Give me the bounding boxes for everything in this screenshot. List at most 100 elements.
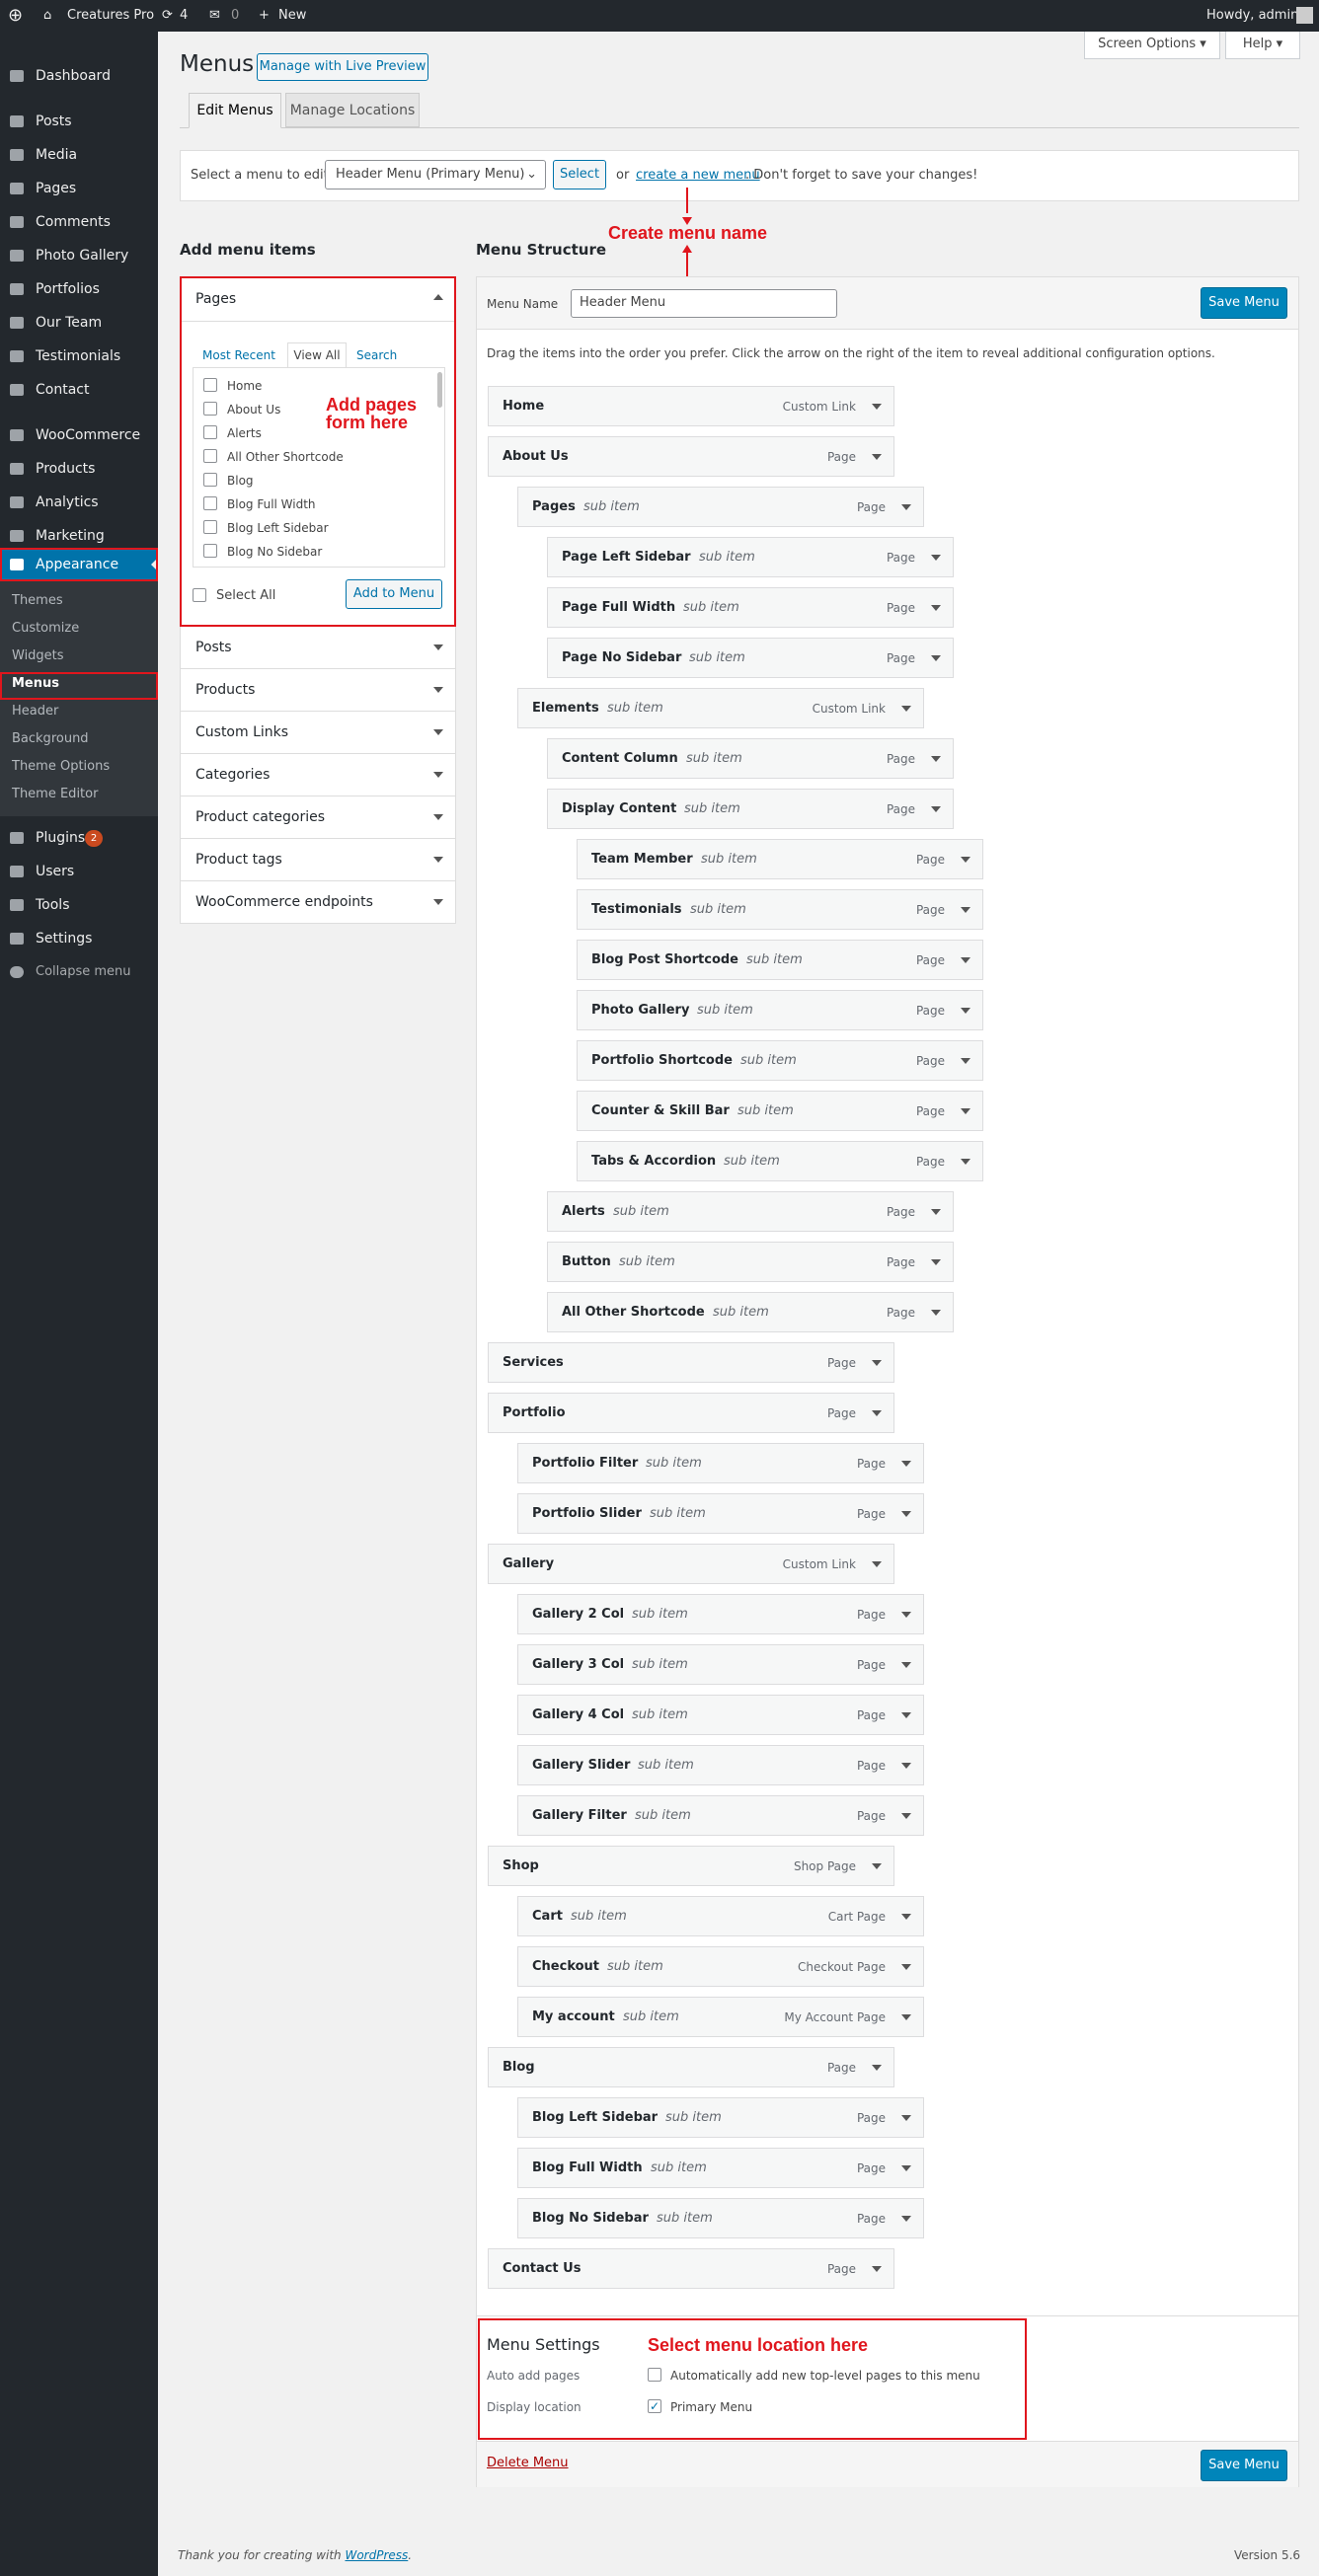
chevron-down-icon[interactable] <box>901 504 911 510</box>
menu-item[interactable]: Elements sub item Custom Link <box>517 688 924 728</box>
menu-item[interactable]: Gallery 4 Col sub item Page <box>517 1695 924 1735</box>
sidebar-item-plugins[interactable]: Plugins 2 <box>0 821 158 855</box>
screen-options-button[interactable]: Screen Options ▾ <box>1084 32 1220 59</box>
sidebar-item-photo-gallery[interactable]: Photo Gallery <box>0 239 158 272</box>
chevron-down-icon[interactable] <box>901 1461 911 1467</box>
submenu-item-customize[interactable]: Customize <box>0 615 158 643</box>
wordpress-logo-icon[interactable]: ⊕ <box>8 0 23 32</box>
submenu-item-background[interactable]: Background <box>0 725 158 753</box>
chevron-down-icon[interactable] <box>901 2115 911 2121</box>
sidebar-item-posts[interactable]: Posts <box>0 105 158 138</box>
chevron-down-icon[interactable] <box>872 1360 882 1366</box>
chevron-down-icon[interactable] <box>931 806 941 812</box>
chevron-down-icon[interactable] <box>961 1159 970 1165</box>
accordion-posts[interactable]: Posts <box>180 627 456 669</box>
menu-item[interactable]: Gallery Custom Link <box>488 1544 894 1584</box>
avatar[interactable] <box>1296 7 1313 24</box>
live-preview-button[interactable]: Manage with Live Preview <box>257 53 428 81</box>
menu-item[interactable]: Portfolio Page <box>488 1393 894 1433</box>
chevron-down-icon[interactable] <box>961 1008 970 1014</box>
sidebar-item-pages[interactable]: Pages <box>0 172 158 205</box>
chevron-down-icon[interactable] <box>931 1310 941 1316</box>
chevron-down-icon[interactable] <box>901 1813 911 1819</box>
save-menu-button-top[interactable]: Save Menu <box>1201 287 1287 319</box>
menu-item[interactable]: Blog Page <box>488 2047 894 2087</box>
create-new-menu-link[interactable]: create a new menu <box>636 168 760 183</box>
sidebar-item-products[interactable]: Products <box>0 452 158 486</box>
sidebar-item-portfolios[interactable]: Portfolios <box>0 272 158 306</box>
wordpress-link[interactable]: WordPress <box>345 2548 408 2562</box>
menu-item[interactable]: Team Member sub item Page <box>577 839 983 879</box>
accordion-categories[interactable]: Categories <box>180 754 456 796</box>
chevron-down-icon[interactable] <box>901 1712 911 1718</box>
chevron-down-icon[interactable] <box>872 1863 882 1869</box>
menu-item[interactable]: All Other Shortcode sub item Page <box>547 1292 954 1332</box>
sidebar-item-dashboard[interactable]: Dashboard <box>0 59 158 93</box>
howdy-link[interactable]: Howdy, admin <box>1206 0 1298 32</box>
sidebar-item-comments[interactable]: Comments <box>0 205 158 239</box>
chevron-down-icon[interactable] <box>961 957 970 963</box>
sidebar-item-users[interactable]: Users <box>0 855 158 888</box>
menu-item[interactable]: Portfolio Slider sub item Page <box>517 1493 924 1534</box>
select-button[interactable]: Select <box>553 160 606 189</box>
accordion-woocommerce-endpoints[interactable]: WooCommerce endpoints <box>180 881 456 924</box>
collapse-menu-button[interactable]: Collapse menu <box>0 955 158 989</box>
chevron-down-icon[interactable] <box>901 1612 911 1618</box>
menu-item[interactable]: Gallery Slider sub item Page <box>517 1745 924 1785</box>
menu-item[interactable]: Cart sub item Cart Page <box>517 1896 924 1936</box>
menu-item[interactable]: Page Full Width sub item Page <box>547 587 954 628</box>
chevron-down-icon[interactable] <box>872 1410 882 1416</box>
menu-item[interactable]: Alerts sub item Page <box>547 1191 954 1232</box>
chevron-down-icon[interactable] <box>901 706 911 712</box>
menu-item[interactable]: Display Content sub item Page <box>547 789 954 829</box>
menu-item[interactable]: Blog Post Shortcode sub item Page <box>577 940 983 980</box>
menu-item[interactable]: Services Page <box>488 1342 894 1383</box>
menu-item[interactable]: Shop Shop Page <box>488 1846 894 1886</box>
menu-item[interactable]: Portfolio Filter sub item Page <box>517 1443 924 1483</box>
menu-item[interactable]: Home Custom Link <box>488 386 894 426</box>
chevron-down-icon[interactable] <box>872 2065 882 2071</box>
sidebar-item-tools[interactable]: Tools <box>0 888 158 922</box>
sidebar-item-contact[interactable]: Contact <box>0 373 158 407</box>
chevron-down-icon[interactable] <box>961 907 970 913</box>
chevron-down-icon[interactable] <box>901 1763 911 1769</box>
submenu-item-themes[interactable]: Themes <box>0 587 158 615</box>
plus-icon[interactable]: + <box>259 0 270 32</box>
menu-item[interactable]: Counter & Skill Bar sub item Page <box>577 1091 983 1131</box>
chevron-down-icon[interactable] <box>961 1108 970 1114</box>
submenu-item-widgets[interactable]: Widgets <box>0 643 158 670</box>
chevron-down-icon[interactable] <box>931 605 941 611</box>
chevron-down-icon[interactable] <box>901 1662 911 1668</box>
menu-item[interactable]: Pages sub item Page <box>517 487 924 527</box>
chevron-down-icon[interactable] <box>931 555 941 561</box>
menu-item[interactable]: Page No Sidebar sub item Page <box>547 638 954 678</box>
menu-select-dropdown[interactable]: Header Menu (Primary Menu) ⌄ <box>325 160 546 189</box>
menu-item[interactable]: Checkout sub item Checkout Page <box>517 1946 924 1987</box>
chevron-down-icon[interactable] <box>872 1561 882 1567</box>
help-button[interactable]: Help ▾ <box>1225 32 1300 59</box>
sidebar-item-our-team[interactable]: Our Team <box>0 306 158 340</box>
sidebar-item-woocommerce[interactable]: WooCommerce <box>0 418 158 452</box>
accordion-custom-links[interactable]: Custom Links <box>180 712 456 754</box>
chevron-down-icon[interactable] <box>872 2266 882 2272</box>
chevron-down-icon[interactable] <box>931 1209 941 1215</box>
chevron-down-icon[interactable] <box>901 1511 911 1517</box>
menu-item[interactable]: Gallery 2 Col sub item Page <box>517 1594 924 1634</box>
chevron-down-icon[interactable] <box>931 655 941 661</box>
chevron-down-icon[interactable] <box>901 1964 911 1970</box>
chevron-down-icon[interactable] <box>961 1058 970 1064</box>
menu-item[interactable]: Gallery Filter sub item Page <box>517 1795 924 1836</box>
menu-item[interactable]: Blog Full Width sub item Page <box>517 2148 924 2188</box>
comments-icon[interactable]: ✉ <box>209 0 220 32</box>
accordion-product-tags[interactable]: Product tags <box>180 839 456 881</box>
chevron-down-icon[interactable] <box>901 1914 911 1920</box>
submenu-item-theme-editor[interactable]: Theme Editor <box>0 781 158 808</box>
menu-item[interactable]: Contact Us Page <box>488 2248 894 2289</box>
menu-item[interactable]: Gallery 3 Col sub item Page <box>517 1644 924 1685</box>
accordion-product-categories[interactable]: Product categories <box>180 796 456 839</box>
chevron-down-icon[interactable] <box>961 857 970 863</box>
menu-name-input[interactable]: Header Menu <box>571 289 837 318</box>
menu-item[interactable]: Testimonials sub item Page <box>577 889 983 930</box>
sidebar-item-settings[interactable]: Settings <box>0 922 158 955</box>
menu-item[interactable]: My account sub item My Account Page <box>517 1997 924 2037</box>
